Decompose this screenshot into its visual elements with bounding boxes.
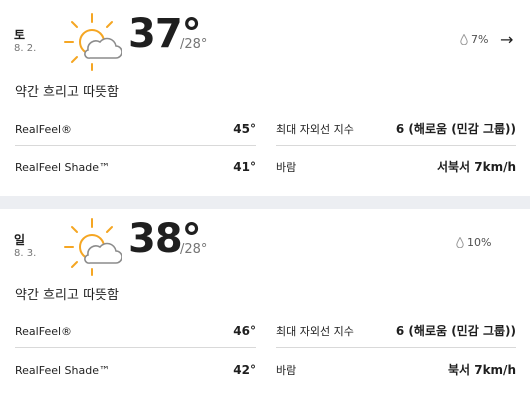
arrow-right-icon[interactable]: → — [500, 30, 513, 50]
realfeel-row: RealFeel® 46° — [15, 317, 256, 348]
day-of-week: 토 — [14, 28, 26, 42]
wind-row: 바람 서북서 7km/h — [276, 153, 516, 183]
low-temperature: /28° — [180, 242, 208, 257]
wind-label: 바람 — [276, 161, 297, 174]
precipitation-value: 7% — [471, 33, 489, 46]
uv-index-label: 최대 자외선 지수 — [276, 123, 354, 136]
uv-index-value: 6 (해로움 (민감 그룹)) — [395, 122, 516, 136]
weather-phrase: 약간 흐리고 따뜻함 — [15, 288, 119, 303]
realfeel-row: RealFeel® 45° — [15, 115, 256, 146]
wind-label: 바람 — [276, 364, 297, 377]
uv-index-row: 최대 자외선 지수 6 (해로움 (민감 그룹)) — [276, 317, 516, 348]
day-of-week: 일 — [14, 233, 26, 247]
daily-forecast-card[interactable]: 일 8. 3. 38° /28° 10% 약간 흐리고 따뜻함 RealFeel… — [0, 209, 530, 406]
daily-forecast-card[interactable]: 토 8. 2. 37° /28° 7% → 약간 흐리고 따뜻함 RealFee… — [0, 0, 530, 196]
raindrop-icon — [456, 236, 464, 249]
realfeel-shade-value: 42° — [233, 363, 256, 377]
weather-phrase: 약간 흐리고 따뜻함 — [15, 85, 119, 100]
low-temperature: /28° — [180, 37, 208, 52]
realfeel-shade-value: 41° — [233, 160, 256, 174]
realfeel-shade-label: RealFeel Shade™ — [15, 364, 110, 377]
date-block: 일 8. 3. — [14, 233, 36, 260]
realfeel-shade-label: RealFeel Shade™ — [15, 161, 110, 174]
date-text: 8. 2. — [14, 43, 37, 54]
precipitation-chance: 10% — [456, 236, 491, 250]
date-text: 8. 3. — [14, 248, 37, 259]
realfeel-value: 45° — [233, 122, 256, 136]
precipitation-chance: 7% — [460, 33, 488, 47]
realfeel-shade-row: RealFeel Shade™ 41° — [15, 153, 256, 183]
uv-index-value: 6 (해로움 (민감 그룹)) — [395, 324, 516, 338]
partly-sunny-icon — [64, 13, 122, 71]
realfeel-value: 46° — [233, 324, 256, 338]
uv-index-row: 최대 자외선 지수 6 (해로움 (민감 그룹)) — [276, 115, 516, 146]
precipitation-value: 10% — [467, 236, 492, 249]
wind-row: 바람 북서 7km/h — [276, 356, 516, 386]
raindrop-icon — [460, 33, 468, 46]
wind-value: 북서 7km/h — [447, 363, 516, 377]
date-block: 토 8. 2. — [14, 28, 36, 55]
realfeel-label: RealFeel® — [15, 123, 73, 136]
wind-value: 서북서 7km/h — [436, 160, 516, 174]
realfeel-label: RealFeel® — [15, 325, 73, 338]
realfeel-shade-row: RealFeel Shade™ 42° — [15, 356, 256, 386]
uv-index-label: 최대 자외선 지수 — [276, 325, 354, 338]
partly-sunny-icon — [64, 218, 122, 276]
